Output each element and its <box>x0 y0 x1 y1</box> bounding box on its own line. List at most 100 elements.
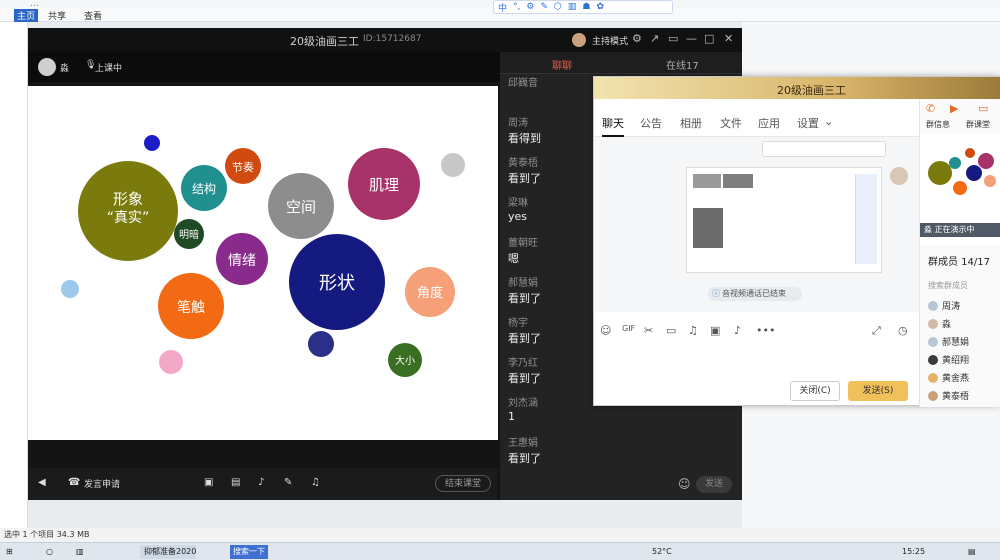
chat-send-button[interactable]: 发送 <box>696 476 732 493</box>
chevron-down-icon[interactable]: ⌄ <box>824 115 833 128</box>
music-icon[interactable]: ♫ <box>311 477 320 488</box>
phone-icon[interactable]: ☎ <box>68 477 80 488</box>
taskbar-search-box[interactable]: 搜索一下 <box>230 545 268 559</box>
member-count: 群成员 14/17 <box>928 257 990 268</box>
emoji-icon[interactable]: ☺ <box>600 324 611 337</box>
avatar <box>928 372 938 383</box>
tab-chat[interactable]: 聊天 <box>602 115 624 137</box>
search-icon[interactable]: ○ <box>46 545 53 559</box>
group-close-button[interactable]: 关闭(C) <box>790 381 840 401</box>
ime-punct-icon[interactable]: °, <box>513 2 520 12</box>
bubble-emotion: 情绪 <box>216 233 268 285</box>
avatar <box>928 390 938 401</box>
ime-settings-icon[interactable]: ⚙ <box>526 2 534 12</box>
more-icon[interactable]: ••• <box>756 324 775 337</box>
scissors-icon[interactable]: ✂ <box>644 324 653 337</box>
bubble-space: 空间 <box>268 173 334 239</box>
meeting-bottom-bar: ◀ ☎ 发言申请 ▣ ▤ ♪ ✎ ♫ 结束课堂 <box>28 468 498 500</box>
thumbnail-sidebar <box>855 174 877 264</box>
group-sidebar: ✆ ▶ ▭ 群信息 群课堂 淼 正在演示中 群成员 14/17 搜索群成员 周涛… <box>919 99 1000 407</box>
tab-apps[interactable]: 应用 <box>758 115 780 131</box>
settings-icon[interactable]: ⚙ <box>632 32 642 45</box>
group-info-link[interactable]: 群信息 <box>926 119 950 130</box>
bubble-texture: 肌理 <box>348 148 420 220</box>
maximize-icon[interactable]: □ <box>704 32 714 45</box>
thumbnail <box>693 208 723 248</box>
group-send-button[interactable]: 发送(S) <box>848 381 908 401</box>
member-item[interactable]: 黄泰梧 <box>928 389 969 402</box>
group-class-link[interactable]: 群课堂 <box>966 119 990 130</box>
external-icon[interactable]: ↗ <box>650 32 659 45</box>
msg-name: 邱巍音 <box>508 78 538 89</box>
bubble-shape: 形状 <box>289 234 385 330</box>
bubble-angle: 角度 <box>405 267 455 317</box>
camera-icon[interactable]: ▣ <box>204 477 213 488</box>
member-item[interactable]: 黄绍翔 <box>928 353 969 366</box>
start-icon[interactable]: ⊞ <box>6 545 13 559</box>
bubble-label-line1: 形象 <box>113 190 143 208</box>
tab-online[interactable]: 在线17 <box>666 57 699 72</box>
screen-icon[interactable]: ▤ <box>231 477 240 488</box>
member-item[interactable]: 周涛 <box>928 299 960 312</box>
task-view-icon[interactable]: ▥ <box>76 545 84 559</box>
tab-files[interactable]: 文件 <box>720 115 742 131</box>
end-class-button[interactable]: 结束课堂 <box>435 475 491 492</box>
member-name: 周涛 <box>942 302 961 312</box>
msg-name: 郝慧娟 <box>508 278 538 289</box>
explorer-status-bar: 选中 1 个项目 34.3 MB <box>0 528 1000 542</box>
ime-mode-icon[interactable]: 中 <box>498 1 507 14</box>
tab-chat[interactable]: 聊聊 <box>552 57 572 72</box>
ribbon-tab-view[interactable]: 查看 <box>84 9 102 22</box>
video-icon[interactable]: ▶ <box>950 102 958 115</box>
ime-pen-icon[interactable]: ✎ <box>540 2 548 12</box>
minimize-icon[interactable]: — <box>686 32 697 45</box>
clock-icon[interactable]: ◷ <box>898 324 908 337</box>
emoji-icon[interactable]: ☺ <box>678 477 691 491</box>
ribbon-tab-home[interactable]: 主页 <box>14 9 39 22</box>
member-item[interactable]: 郝慧娟 <box>928 335 969 348</box>
tab-album[interactable]: 相册 <box>680 115 702 131</box>
tab-notice[interactable]: 公告 <box>640 115 662 131</box>
ime-skin-icon[interactable]: ⬡ <box>554 2 562 12</box>
ribbon-tab-share[interactable]: 共享 <box>48 9 66 22</box>
mic-button-icon[interactable]: ♪ <box>258 477 264 488</box>
bell-icon[interactable]: ♪ <box>734 324 741 337</box>
notification-icon[interactable]: ▤ <box>968 545 976 559</box>
msg-name: 杨宇 <box>508 318 528 329</box>
temperature: 52°C <box>652 547 672 556</box>
edit-icon[interactable]: ✎ <box>284 477 292 488</box>
apply-speak-label[interactable]: 发言申请 <box>84 477 120 490</box>
screen-share-icon[interactable]: ▭ <box>978 102 988 115</box>
bubble-label: 大小 <box>395 354 415 367</box>
speaker-icon[interactable]: ◀ <box>38 477 46 488</box>
tab-settings[interactable]: 设置 <box>797 115 819 131</box>
close-icon[interactable]: ✕ <box>724 32 733 45</box>
msg-name: 黄泰梧 <box>508 158 538 169</box>
taskbar-app-1[interactable]: 抑郁准备2020 <box>140 545 197 559</box>
music-icon[interactable]: ♫ <box>688 324 698 337</box>
presenter-avatar <box>38 58 56 76</box>
call-icon[interactable]: ✆ <box>926 102 935 115</box>
explorer-nav-pane <box>0 22 28 532</box>
expand-icon[interactable]: ⤢ <box>872 324 881 338</box>
ime-keyboard-icon[interactable]: ▥ <box>568 2 577 12</box>
msg-text: 看到了 <box>508 292 541 305</box>
folder-icon[interactable]: ▭ <box>666 324 676 337</box>
image-icon[interactable]: ▣ <box>710 324 720 337</box>
member-search[interactable]: 搜索群成员 <box>928 280 968 291</box>
thumbnail <box>693 174 721 188</box>
member-item[interactable]: 黄舍燕 <box>928 371 969 384</box>
chat-input-bar[interactable]: ☺ 发送 <box>500 468 742 500</box>
bubble-label: 形状 <box>319 273 355 294</box>
gif-icon[interactable]: GIF <box>622 324 635 333</box>
host-avatar <box>572 33 586 47</box>
pin-icon[interactable]: ▭ <box>668 32 678 45</box>
avatar <box>928 300 938 311</box>
input-method-toolbar: 中 °, ⚙ ✎ ⬡ ▥ ☗ ✿ <box>493 0 673 14</box>
ime-shirt-icon[interactable]: ☗ <box>582 2 590 12</box>
bubble-dot-navy <box>308 331 334 357</box>
member-item[interactable]: 淼 <box>928 317 951 330</box>
screenshot-message[interactable] <box>686 167 882 273</box>
ime-flower-icon[interactable]: ✿ <box>596 2 604 12</box>
system-note: ⓘ 音视频通话已结束 <box>708 287 802 301</box>
